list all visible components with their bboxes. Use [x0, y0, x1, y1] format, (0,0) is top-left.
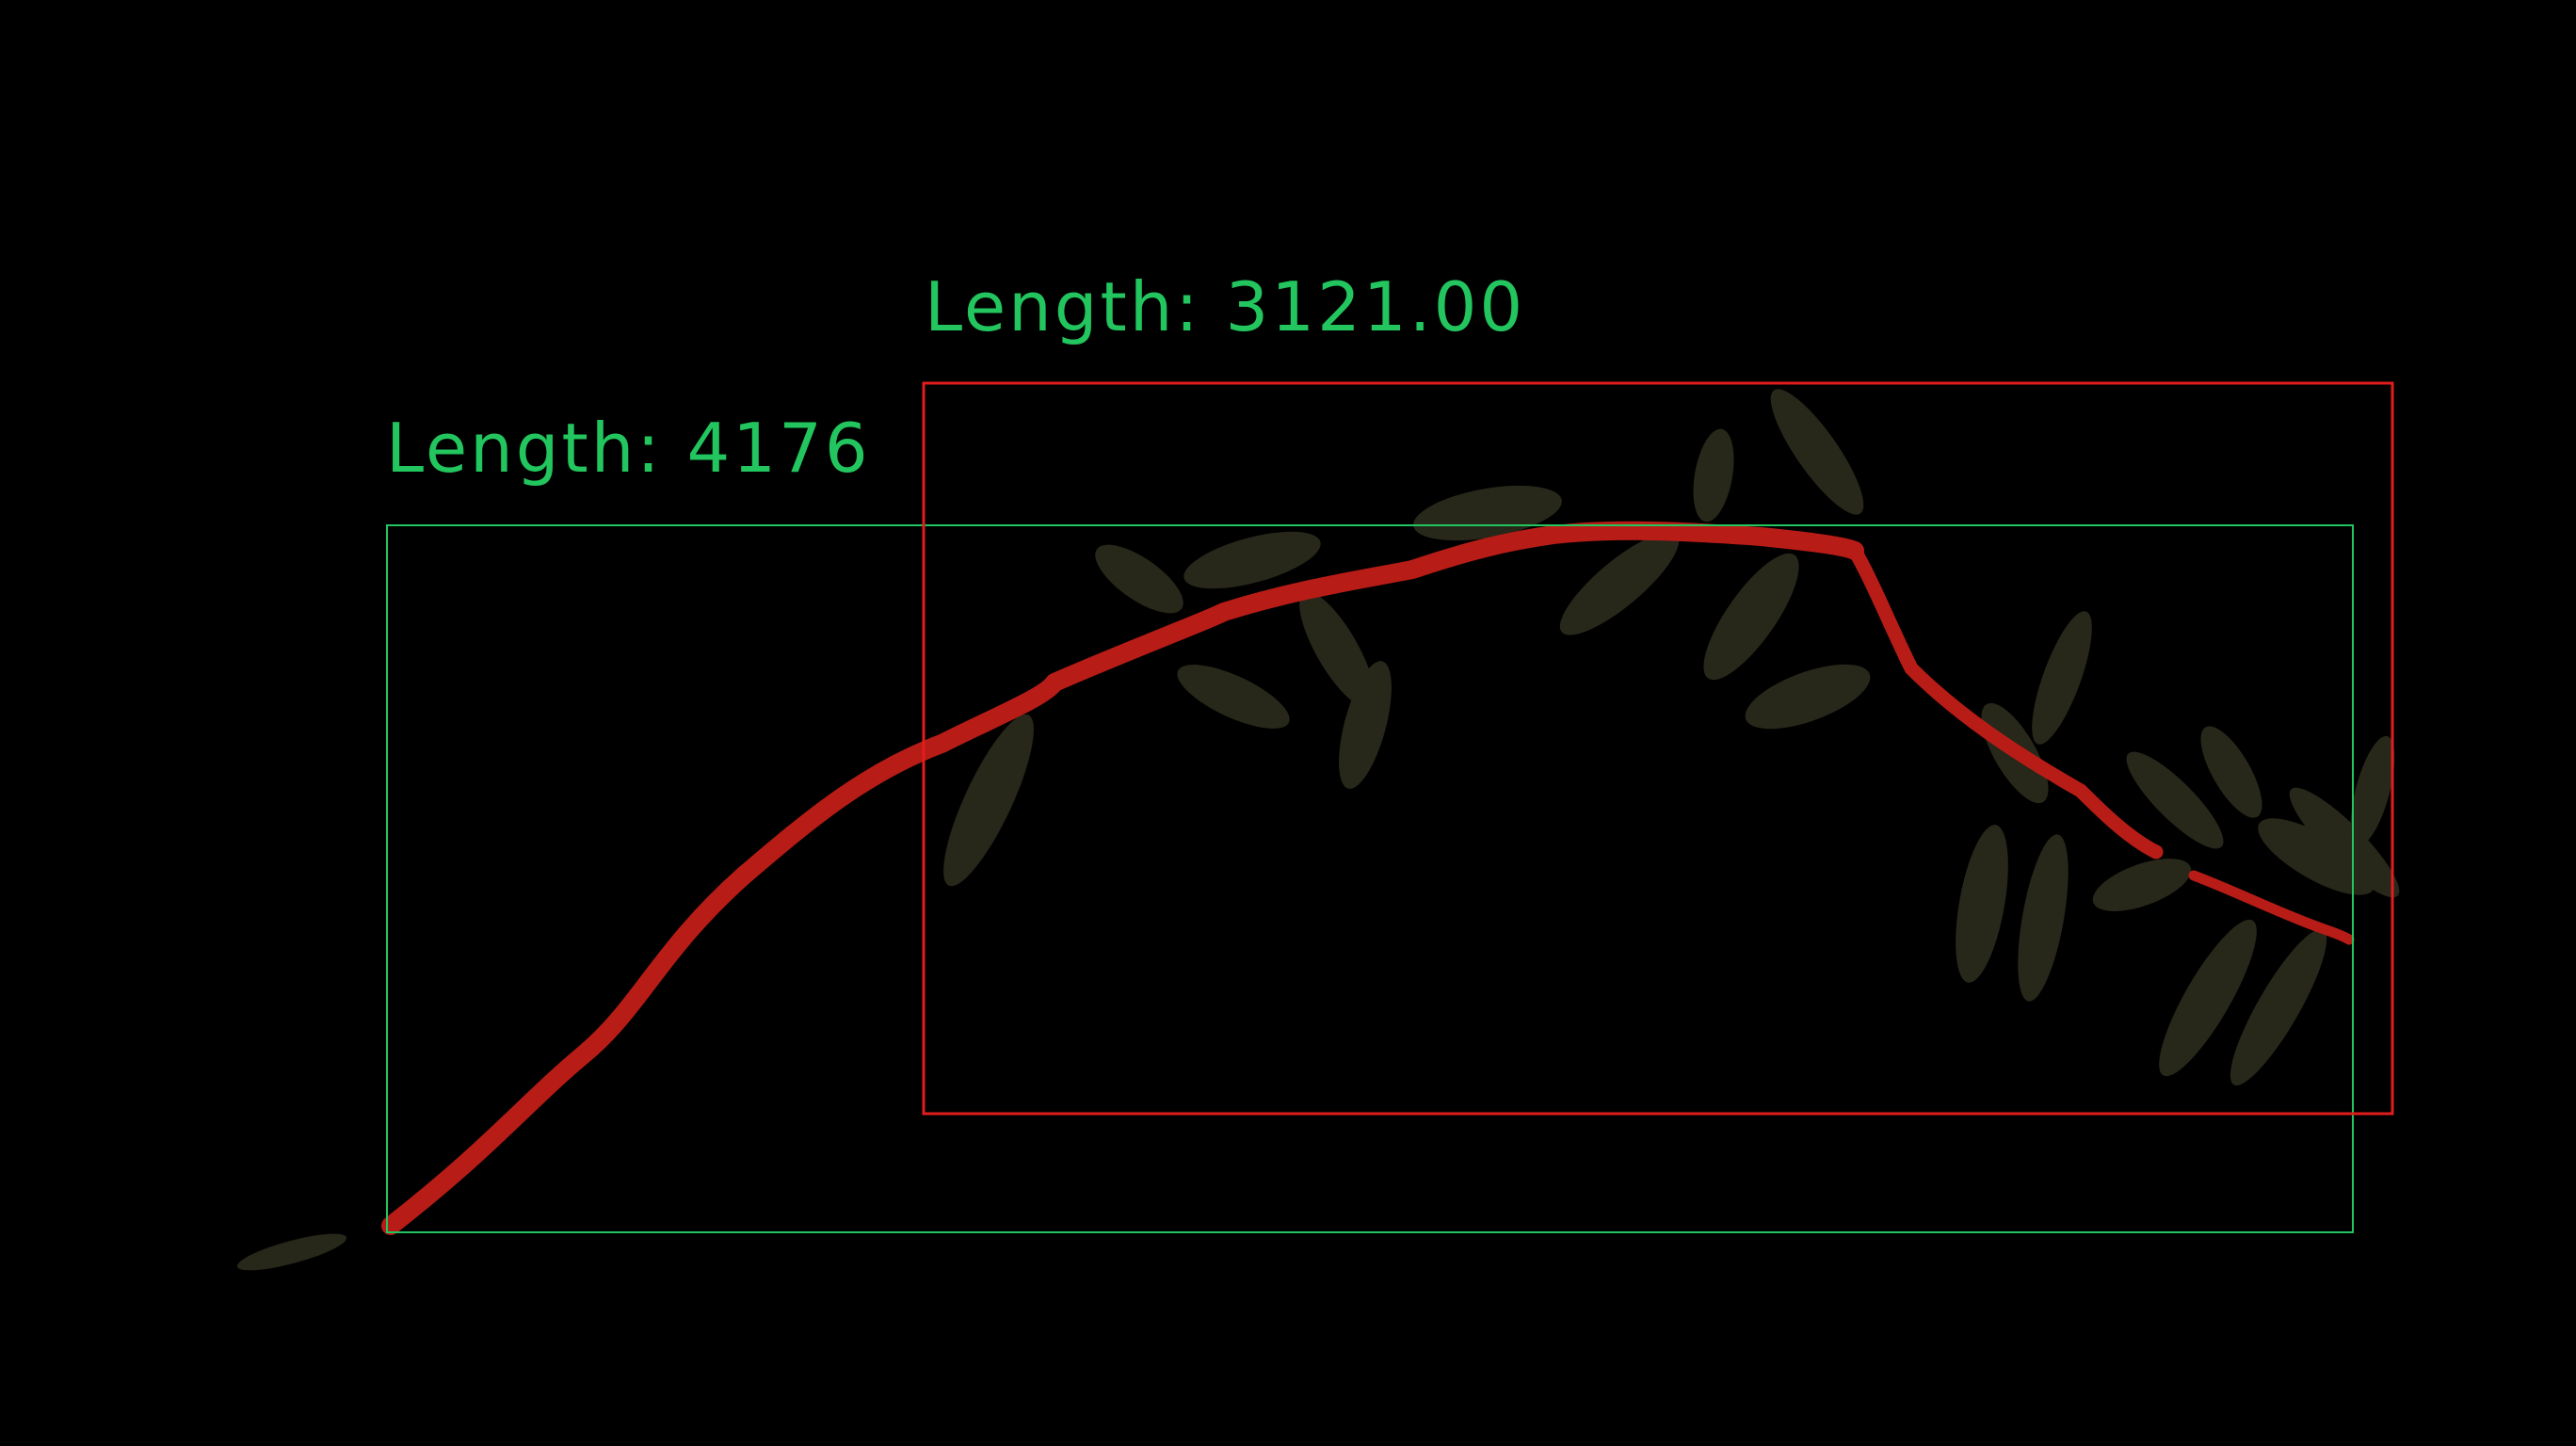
red-box-length-label: Length: 3121.00 — [925, 267, 1526, 346]
green-box-length-label: Length: 4176 — [386, 409, 871, 488]
plant-scene — [0, 0, 2576, 1446]
annotated-plant-image: Length: 4176 Length: 3121.00 — [0, 0, 2576, 1446]
